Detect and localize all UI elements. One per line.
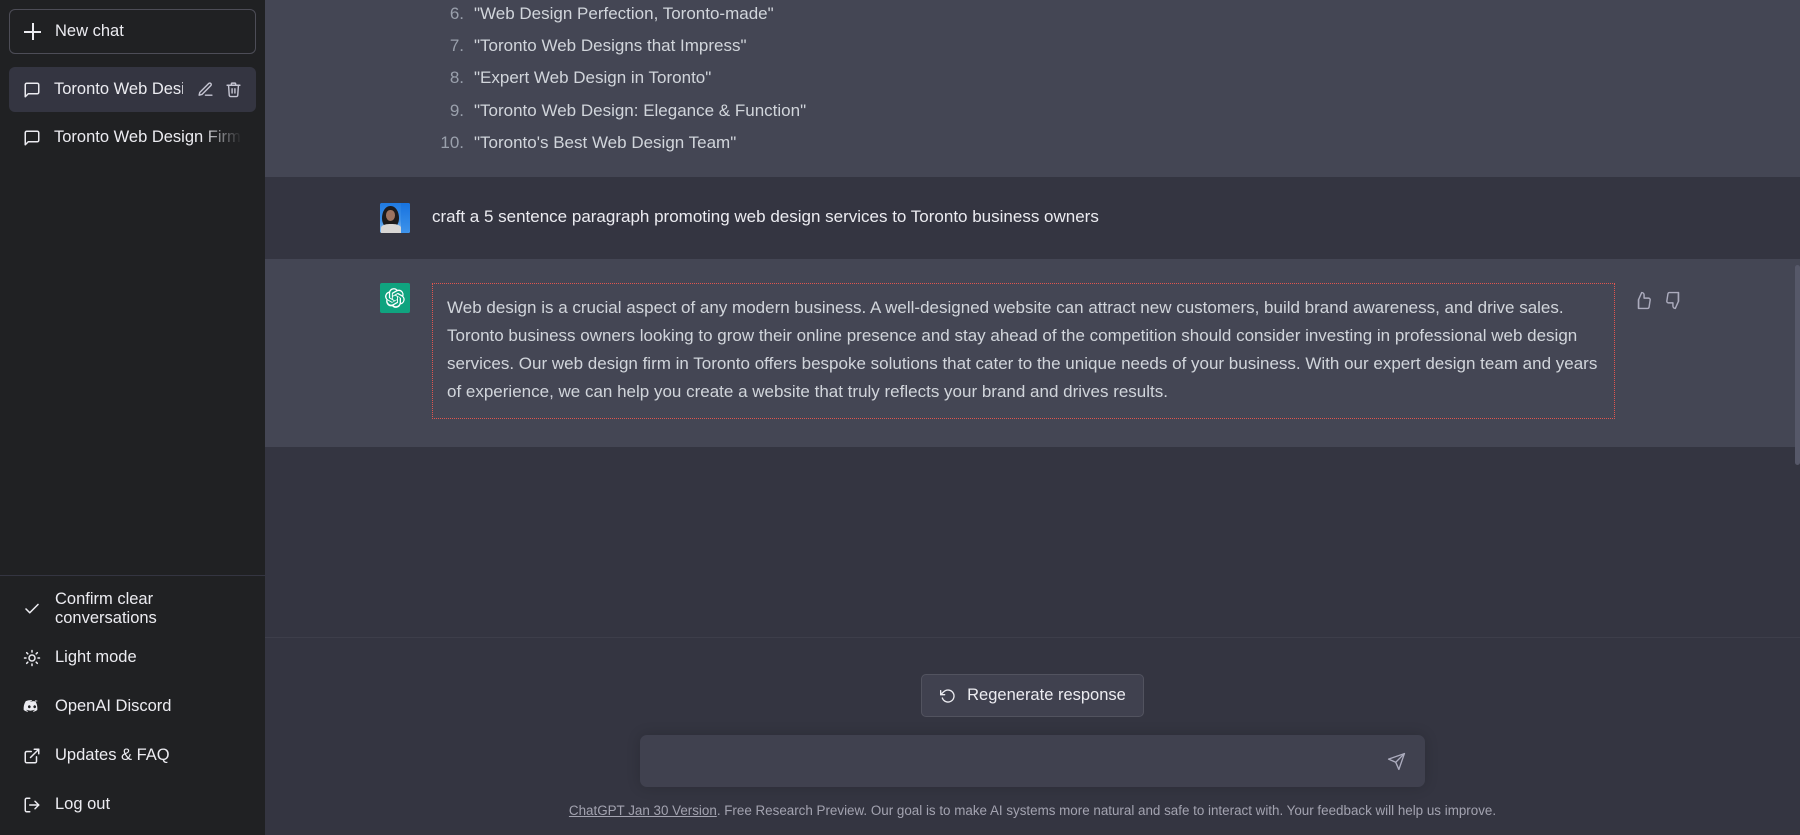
- sidebar-conversation-toronto-web-design-firm-cta[interactable]: Toronto Web Design Firm CTA: [9, 115, 256, 160]
- refresh-icon: [939, 687, 957, 705]
- list-item-number: 6.: [432, 0, 474, 28]
- avatar: [380, 203, 410, 233]
- regenerate-wrapper: Regenerate response: [265, 638, 1800, 717]
- conversation-actions: [196, 81, 242, 99]
- message-icon: [23, 129, 41, 147]
- list-item-number: 8.: [432, 64, 474, 92]
- assistant-list-content: 6. "Web Design Perfection, Toronto-made"…: [432, 0, 1685, 157]
- external-link-icon: [23, 747, 41, 765]
- feedback-buttons: [1631, 283, 1685, 311]
- sidebar-footer: Confirm clear conversations Light mode: [0, 575, 265, 835]
- input-wrapper: [265, 717, 1800, 787]
- new-chat-button[interactable]: New chat: [9, 9, 256, 54]
- sidebar-item-label: Log out: [55, 795, 110, 814]
- user-message-text: craft a 5 sentence paragraph promoting w…: [432, 203, 1685, 233]
- thumbs-up-button[interactable]: [1631, 289, 1653, 311]
- answer-wrapper: Web design is a crucial aspect of any mo…: [432, 283, 1685, 419]
- pencil-icon[interactable]: [196, 81, 214, 99]
- list-item: 8. "Expert Web Design in Toronto": [432, 64, 1685, 92]
- discord-icon: [23, 698, 41, 716]
- sidebar-header: New chat: [0, 9, 265, 67]
- list-item: 7. "Toronto Web Designs that Impress": [432, 32, 1685, 60]
- sidebar-item-log-out[interactable]: Log out: [9, 780, 256, 829]
- sidebar: New chat Toronto Web Design Sl: [0, 0, 265, 835]
- regenerate-response-label: Regenerate response: [967, 686, 1126, 705]
- sidebar-item-light-mode[interactable]: Light mode: [9, 633, 256, 682]
- footer-disclaimer: ChatGPT Jan 30 Version. Free Research Pr…: [265, 787, 1800, 835]
- plus-icon: [24, 23, 41, 40]
- list-item: 10. "Toronto's Best Web Design Team": [432, 129, 1685, 157]
- message-row-user: craft a 5 sentence paragraph promoting w…: [265, 177, 1800, 259]
- message-icon: [23, 81, 41, 99]
- version-link[interactable]: ChatGPT Jan 30 Version: [569, 803, 717, 818]
- sidebar-item-label: Light mode: [55, 648, 137, 667]
- check-icon: [23, 600, 41, 618]
- list-item-text: "Web Design Perfection, Toronto-made": [474, 0, 774, 28]
- conversation-thread[interactable]: 6. "Web Design Perfection, Toronto-made"…: [265, 0, 1800, 637]
- vertical-scrollbar-thumb[interactable]: [1795, 265, 1800, 465]
- list-item: 9. "Toronto Web Design: Elegance & Funct…: [432, 97, 1685, 125]
- sidebar-item-label: OpenAI Discord: [55, 697, 171, 716]
- regenerate-response-button[interactable]: Regenerate response: [921, 674, 1144, 717]
- list-item-text: "Expert Web Design in Toronto": [474, 64, 711, 92]
- highlighted-answer-box: Web design is a crucial aspect of any mo…: [432, 283, 1615, 419]
- list-item-number: 7.: [432, 32, 474, 60]
- sidebar-item-openai-discord[interactable]: OpenAI Discord: [9, 682, 256, 731]
- trash-icon[interactable]: [224, 81, 242, 99]
- prompt-input-box[interactable]: [640, 735, 1425, 787]
- composer-area: Regenerate response ChatGPT Jan 30 Versi…: [265, 637, 1800, 835]
- sidebar-item-label: Updates & FAQ: [55, 746, 170, 765]
- avatar-cell: [380, 0, 410, 157]
- chatgpt-app-window: New chat Toronto Web Design Sl: [0, 0, 1800, 835]
- main-panel: 6. "Web Design Perfection, Toronto-made"…: [265, 0, 1800, 835]
- list-item: 6. "Web Design Perfection, Toronto-made": [432, 0, 1685, 28]
- list-item-text: "Toronto Web Designs that Impress": [474, 32, 747, 60]
- list-item-number: 9.: [432, 97, 474, 125]
- logout-icon: [23, 796, 41, 814]
- conversation-title: Toronto Web Design Sl: [54, 80, 183, 99]
- sidebar-spacer: [0, 163, 265, 575]
- sun-icon: [23, 649, 41, 667]
- sidebar-item-confirm-clear-conversations[interactable]: Confirm clear conversations: [9, 584, 256, 633]
- assistant-answer-content: Web design is a crucial aspect of any mo…: [432, 283, 1685, 419]
- prompt-input[interactable]: [656, 752, 1383, 771]
- new-chat-label: New chat: [55, 22, 124, 41]
- sidebar-conversation-toronto-web-design-sl[interactable]: Toronto Web Design Sl: [9, 67, 256, 112]
- sidebar-item-label: Confirm clear conversations: [55, 590, 242, 628]
- list-item-text: "Toronto's Best Web Design Team": [474, 129, 736, 157]
- avatar-cell: [380, 283, 410, 419]
- conversation-list: Toronto Web Design Sl: [0, 67, 265, 163]
- message-row-assistant-answer: Web design is a crucial aspect of any mo…: [265, 259, 1800, 447]
- thumbs-down-button[interactable]: [1663, 289, 1685, 311]
- footer-rest-text: . Free Research Preview. Our goal is to …: [717, 803, 1496, 818]
- list-item-text: "Toronto Web Design: Elegance & Function…: [474, 97, 806, 125]
- list-item-number: 10.: [432, 129, 474, 157]
- send-button[interactable]: [1383, 748, 1409, 774]
- sidebar-item-updates-faq[interactable]: Updates & FAQ: [9, 731, 256, 780]
- conversation-title: Toronto Web Design Firm CTA: [54, 128, 242, 147]
- avatar-cell: [380, 203, 410, 233]
- message-row-assistant-list: 6. "Web Design Perfection, Toronto-made"…: [265, 0, 1800, 177]
- openai-logo-icon: [380, 283, 410, 313]
